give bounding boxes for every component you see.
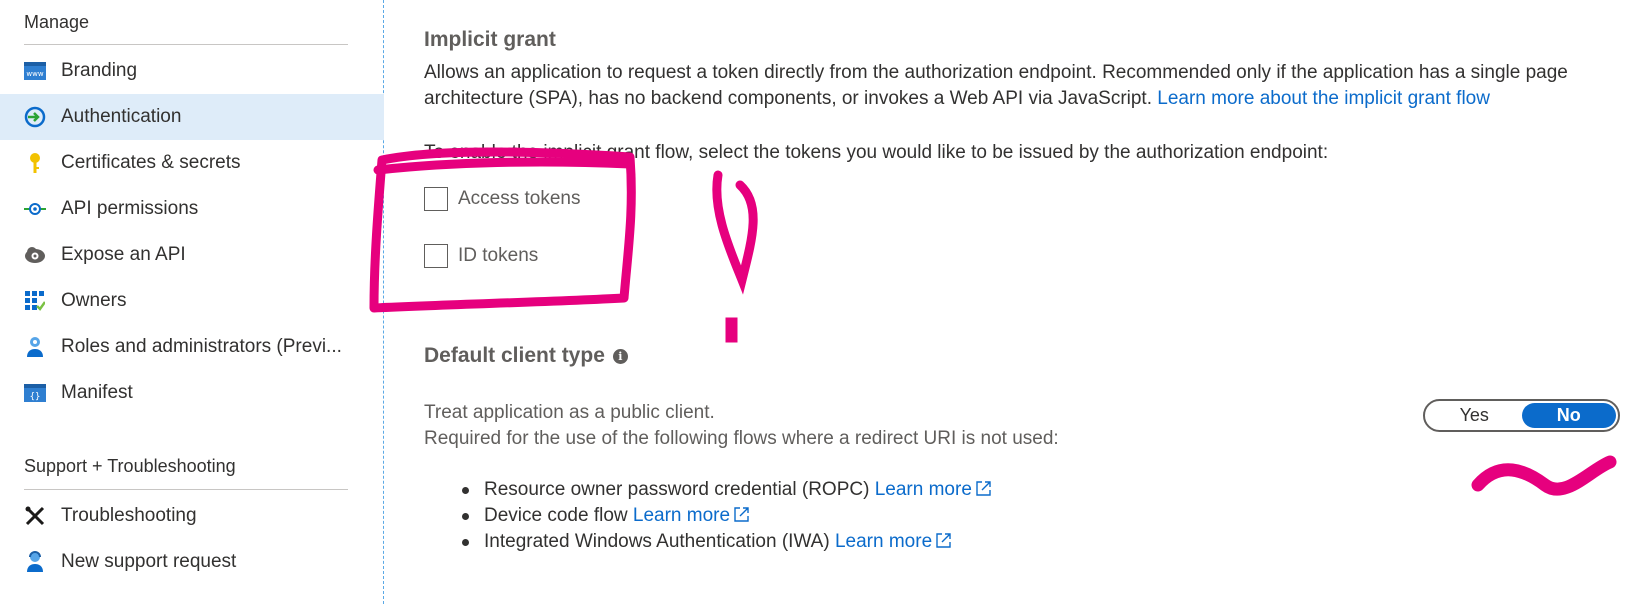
key-icon <box>24 152 46 174</box>
sidebar-item-troubleshooting[interactable]: Troubleshooting <box>0 493 384 539</box>
link-text: Learn more <box>632 505 731 526</box>
support-section-title: Support + Troubleshooting <box>24 456 236 476</box>
access-tokens-checkbox-row[interactable]: Access tokens <box>424 187 581 211</box>
list-item: Resource owner password credential (ROPC… <box>462 477 992 503</box>
sidebar-item-label: Owners <box>61 290 127 311</box>
info-icon[interactable]: i <box>612 349 628 364</box>
access-tokens-checkbox[interactable] <box>424 187 448 211</box>
sidebar-item-label: Authentication <box>61 106 182 127</box>
api-permissions-icon <box>24 198 46 220</box>
description-line-1: Allows an application to request a token… <box>424 62 1568 83</box>
default-client-type-title: Default client type i <box>424 344 628 368</box>
id-tokens-checkbox-row[interactable]: ID tokens <box>424 244 538 268</box>
svg-text:{}: {} <box>30 392 41 402</box>
sidebar-item-branding[interactable]: www Branding <box>0 48 384 94</box>
sidebar-item-expose-an-api[interactable]: Expose an API <box>0 232 384 278</box>
sidebar-item-label: API permissions <box>61 198 199 219</box>
toggle-no-option[interactable]: No <box>1521 403 1616 428</box>
sidebar-item-manifest[interactable]: {} Manifest <box>0 370 384 416</box>
svg-text:www: www <box>26 70 43 78</box>
www-icon: www <box>24 60 46 82</box>
user-roles-icon <box>24 336 46 358</box>
sidebar: Manage www Branding Authentication Certi… <box>0 0 384 604</box>
learn-more-iwa-link[interactable]: Learn more <box>835 531 952 552</box>
link-text: Learn more <box>834 531 933 552</box>
external-link-icon <box>734 507 749 522</box>
description-line-2: architecture (SPA), has no backend compo… <box>424 86 1568 112</box>
required-flows-text: Required for the use of the following fl… <box>424 428 1059 449</box>
tools-icon <box>24 505 46 527</box>
implicit-grant-title: Implicit grant <box>424 28 556 51</box>
learn-more-device-code-link[interactable]: Learn more <box>633 505 750 526</box>
sidebar-item-new-support-request[interactable]: New support request <box>0 539 384 585</box>
flow-name: Resource owner password credential (ROPC… <box>484 479 870 500</box>
sidebar-item-label: Expose an API <box>61 244 186 265</box>
sidebar-item-roles-administrators[interactable]: Roles and administrators (Previ... <box>0 324 384 370</box>
section-divider <box>24 489 348 490</box>
implicit-grant-description: Allows an application to request a token… <box>424 60 1568 112</box>
authentication-icon <box>24 106 46 128</box>
manifest-icon: {} <box>24 382 46 404</box>
flow-name: Device code flow <box>484 505 628 526</box>
sidebar-item-api-permissions[interactable]: API permissions <box>0 186 384 232</box>
default-client-type-label: Default client type <box>424 344 605 367</box>
enable-implicit-text: To enable the implicit grant flow, selec… <box>424 142 1329 163</box>
section-divider <box>24 44 348 45</box>
sidebar-item-label: Branding <box>61 60 138 81</box>
id-tokens-label: ID tokens <box>458 245 539 266</box>
main-content: Implicit grant Allows an application to … <box>424 0 1645 604</box>
list-item: Integrated Windows Authentication (IWA) … <box>462 529 992 555</box>
flow-name: Integrated Windows Authentication (IWA) <box>484 531 830 552</box>
manage-section-title: Manage <box>24 12 90 32</box>
id-tokens-checkbox[interactable] <box>424 244 448 268</box>
sidebar-item-label: Troubleshooting <box>61 505 197 526</box>
external-link-icon <box>976 481 991 496</box>
sidebar-item-certificates-secrets[interactable]: Certificates & secrets <box>0 140 384 186</box>
support-person-icon <box>24 551 46 573</box>
sidebar-item-owners[interactable]: Owners <box>0 278 384 324</box>
public-client-text: Treat application as a public client. <box>424 402 715 423</box>
toggle-yes-option[interactable]: Yes <box>1427 403 1522 428</box>
learn-more-implicit-grant-link[interactable]: Learn more about the implicit grant flow <box>1157 88 1490 109</box>
public-client-toggle[interactable]: Yes No <box>1423 399 1620 432</box>
sidebar-item-label: Certificates & secrets <box>61 152 241 173</box>
learn-more-ropc-link[interactable]: Learn more <box>875 479 992 500</box>
external-link-icon <box>936 533 951 548</box>
link-text: Learn more <box>874 479 972 500</box>
sidebar-item-authentication[interactable]: Authentication <box>0 94 384 140</box>
description-text: architecture (SPA), has no backend compo… <box>424 88 1152 109</box>
access-tokens-label: Access tokens <box>458 188 581 209</box>
sidebar-item-label: Manifest <box>61 382 133 403</box>
cloud-gear-icon <box>24 244 46 266</box>
sidebar-item-label: New support request <box>61 551 237 572</box>
list-item: Device code flow Learn more <box>462 503 992 529</box>
flows-list: Resource owner password credential (ROPC… <box>462 477 992 555</box>
owners-grid-icon <box>24 290 46 312</box>
sidebar-item-label: Roles and administrators (Previ... <box>61 336 342 357</box>
